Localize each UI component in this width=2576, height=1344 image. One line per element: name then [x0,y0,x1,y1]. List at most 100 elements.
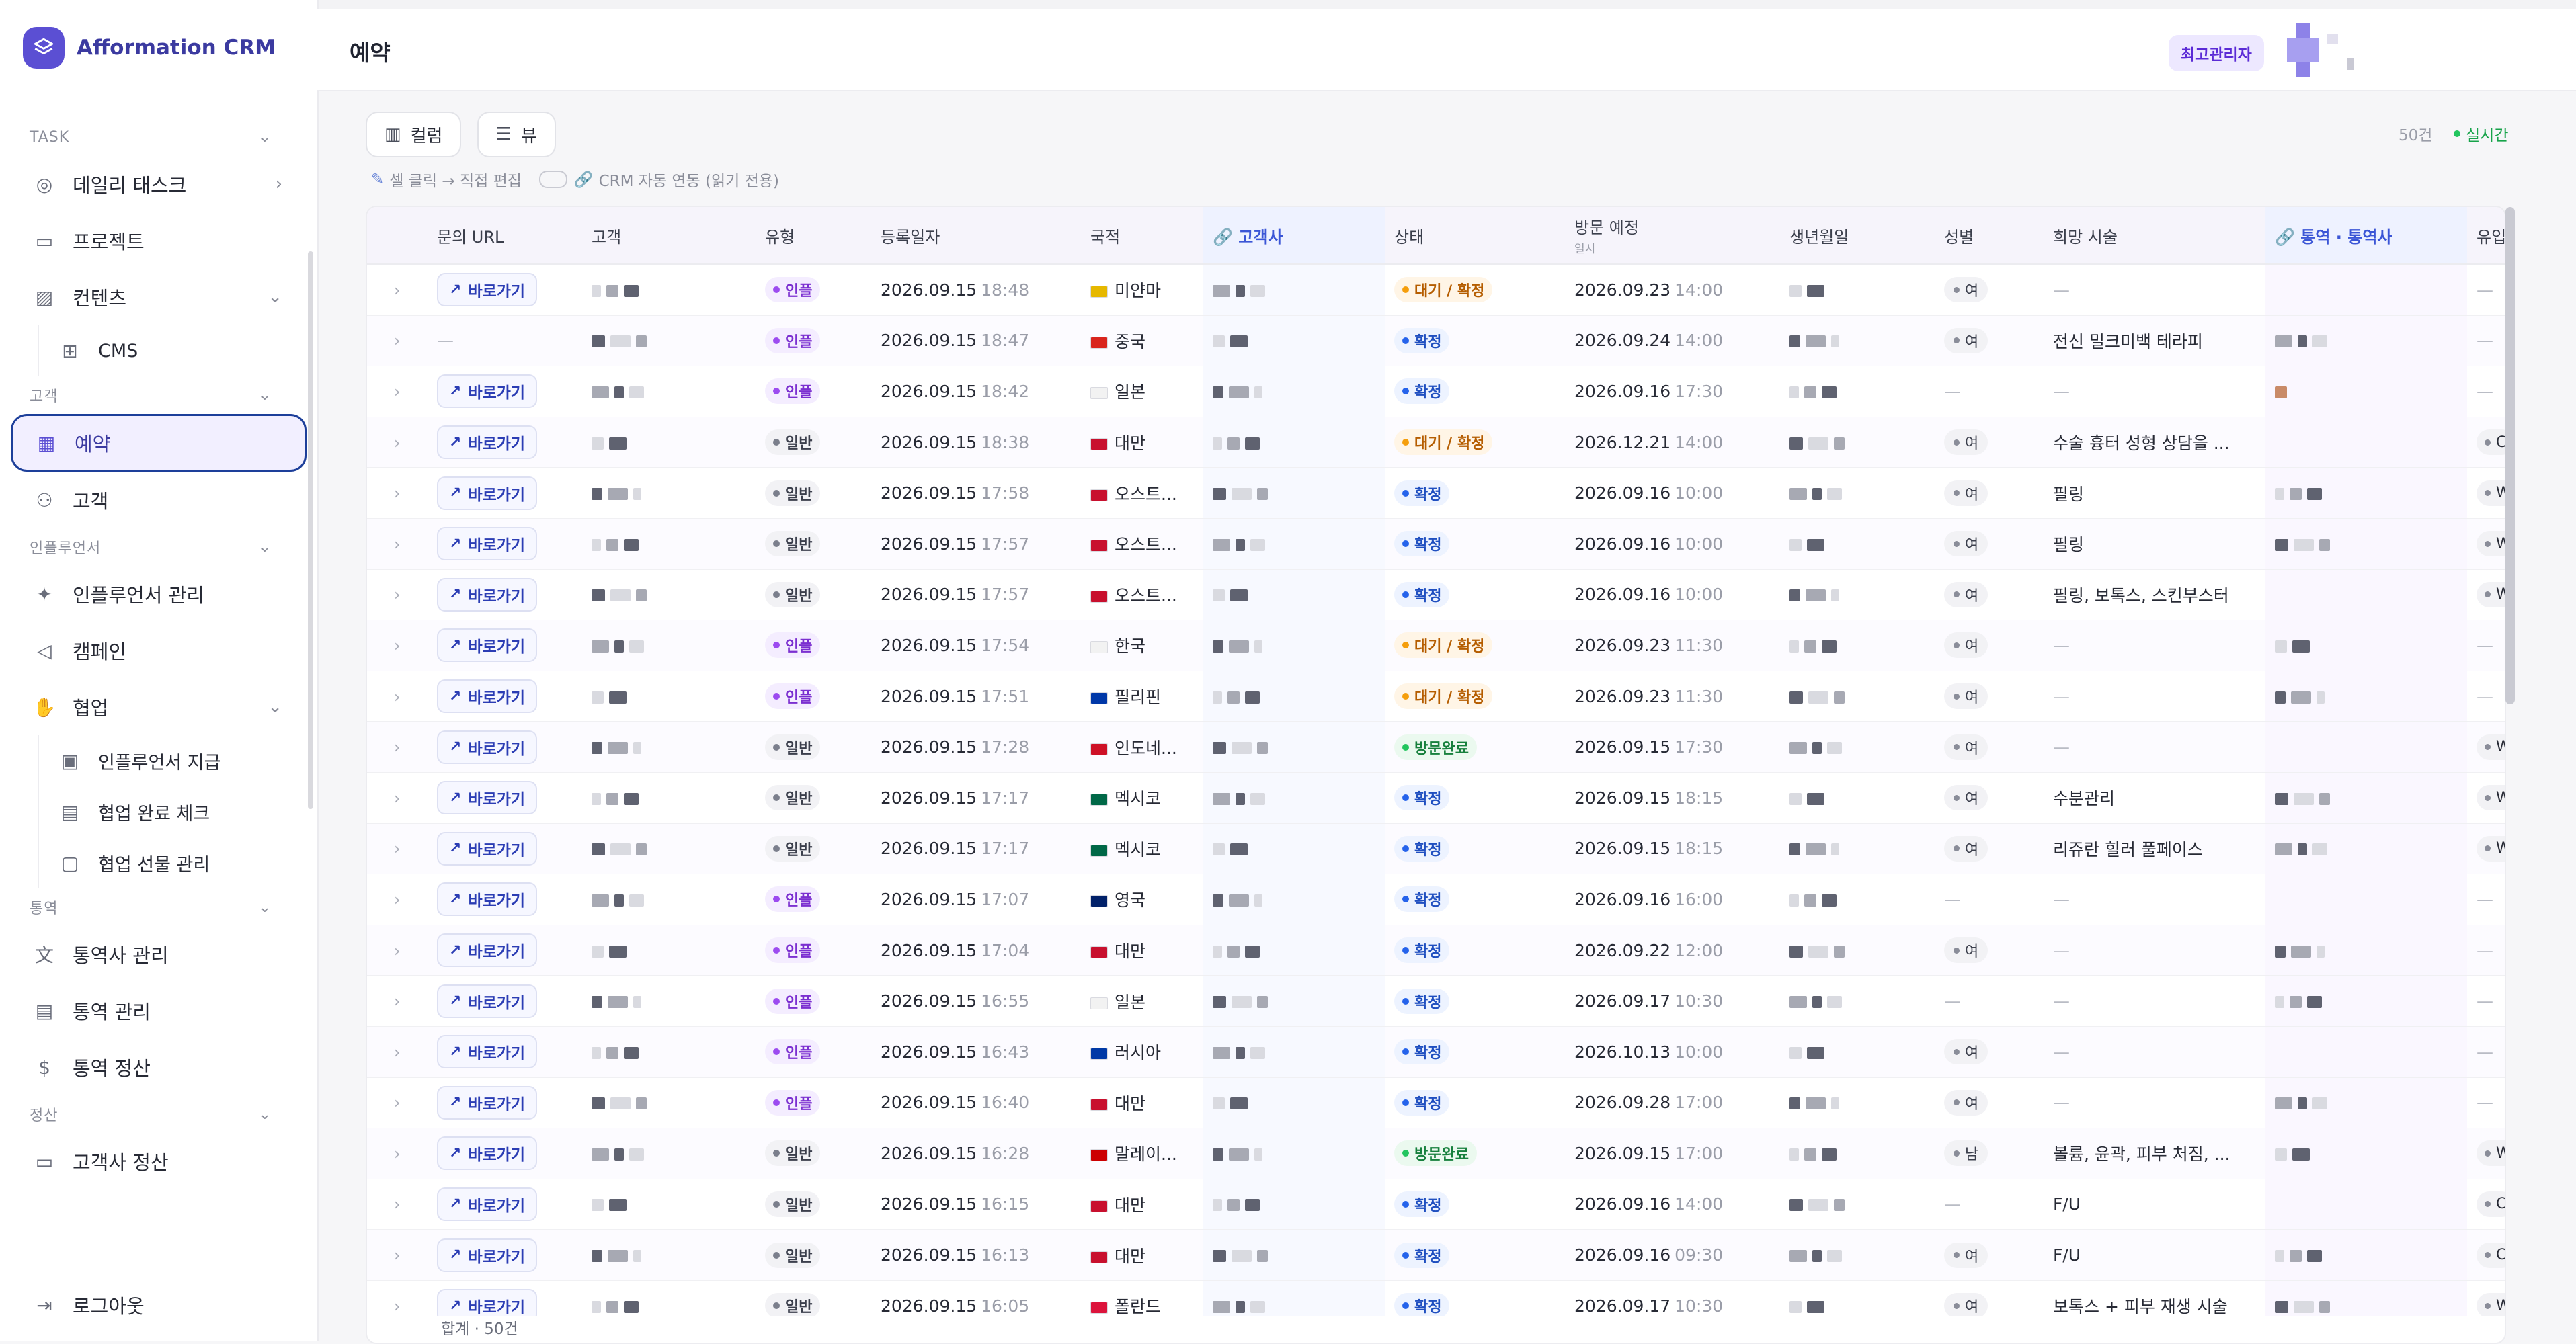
channel-cell[interactable]: W [2467,569,2505,621]
treatment-cell[interactable]: — [2044,620,2265,671]
type-badge[interactable]: 일반 [765,429,821,456]
type-cell[interactable]: 인플 [756,315,871,367]
channel-badge[interactable]: C [2477,1242,2505,1268]
birth-cell[interactable] [1780,1229,1935,1281]
status-badge[interactable]: 확정 [1394,581,1450,607]
chevron-right-icon[interactable]: › [376,1195,401,1214]
birth-cell[interactable] [1780,417,1935,468]
customer-cell[interactable] [582,620,756,671]
type-badge[interactable]: 일반 [765,581,821,607]
treatment-cell[interactable]: 리쥬란 힐러 풀페이스 [2044,823,2265,875]
type-badge[interactable]: 일반 [765,1140,821,1167]
nation-cell[interactable]: 인도네... [1081,721,1203,773]
row-expander-cell[interactable]: › [367,518,428,570]
client-cell[interactable] [1203,518,1385,570]
client-cell[interactable] [1203,671,1385,722]
channel-cell[interactable]: — [2467,1077,2505,1129]
channel-cell[interactable]: — [2467,874,2505,925]
chevron-right-icon[interactable]: › [376,1144,401,1163]
treatment-cell[interactable]: — [2044,264,2265,316]
status-badge[interactable]: 확정 [1394,1242,1450,1268]
open-link-button[interactable]: ↗ 바로가기 [437,882,538,917]
nation-cell[interactable]: 대만 [1081,1179,1203,1230]
customer-cell[interactable] [582,1229,756,1281]
sidebar-item-cms[interactable]: ⊞ CMS [38,325,307,376]
visit-cell[interactable]: 2026.09.16 17:30 [1565,366,1780,417]
channel-badge[interactable]: W [2477,1140,2505,1167]
col-header-type[interactable]: 유형 [756,207,871,265]
client-cell[interactable] [1203,1128,1385,1179]
gender-cell[interactable]: 여 [1935,772,2044,824]
treatment-cell[interactable]: 필링, 보톡스, 스킨부스터 [2044,569,2265,621]
sidebar-item-infl-payment[interactable]: ▣ 인플루언서 지급 [38,735,307,786]
visit-cell[interactable]: 2026.09.23 11:30 [1565,671,1780,722]
gender-badge[interactable]: 여 [1944,683,1988,710]
nation-cell[interactable]: 멕시코 [1081,772,1203,824]
treatment-cell[interactable]: — [2044,671,2265,722]
chevron-right-icon[interactable]: › [376,281,401,300]
birth-cell[interactable] [1780,823,1935,875]
chevron-right-icon[interactable]: › [376,331,401,350]
nation-cell[interactable]: 미얀마 [1081,264,1203,316]
interp-cell[interactable] [2265,1077,2467,1129]
gender-cell[interactable]: 여 [1935,721,2044,773]
url-cell[interactable]: ↗ 바로가기 [428,366,582,417]
gender-badge[interactable]: 여 [1944,531,1988,557]
row-expander-cell[interactable]: › [367,315,428,367]
open-link-button[interactable]: ↗ 바로가기 [437,679,538,714]
col-header-visit[interactable]: 방문 예정 일시 [1565,207,1780,265]
visit-cell[interactable]: 2026.09.15 17:00 [1565,1128,1780,1179]
gender-cell[interactable]: 여 [1935,518,2044,570]
table-row[interactable]: › ↗ 바로가기 일반 2026.09.15 17:57 오스트... 확정 2026.09.1… [367,518,2505,570]
channel-cell[interactable]: W [2467,772,2505,824]
nation-cell[interactable]: 중국 [1081,315,1203,367]
url-cell[interactable]: ↗ 바로가기 [428,721,582,773]
chevron-right-icon[interactable]: › [376,1297,401,1316]
created-cell[interactable]: 2026.09.15 16:40 [871,1077,1081,1129]
gender-badge[interactable]: 여 [1944,632,1988,659]
type-badge[interactable]: 일반 [765,785,821,811]
status-cell[interactable]: 확정 [1385,467,1565,519]
chevron-right-icon[interactable]: › [376,535,401,554]
nation-cell[interactable]: 대만 [1081,925,1203,976]
birth-cell[interactable] [1780,772,1935,824]
sidebar-item-interp-settle[interactable]: $ 통역 정산 [11,1039,307,1095]
status-badge[interactable]: 확정 [1394,1293,1450,1319]
col-header-status[interactable]: 상태 [1385,207,1565,265]
nation-cell[interactable]: 멕시코 [1081,823,1203,875]
treatment-cell[interactable]: — [2044,1077,2265,1129]
interp-cell[interactable] [2265,518,2467,570]
visit-cell[interactable]: 2026.12.21 14:00 [1565,417,1780,468]
nav-group-settlement[interactable]: 정산 ⌄ [0,1095,317,1133]
type-badge[interactable]: 일반 [765,734,821,760]
open-link-button[interactable]: ↗ 바로가기 [437,425,538,460]
customer-cell[interactable] [582,467,756,519]
gender-cell[interactable]: 여 [1935,823,2044,875]
status-cell[interactable]: 확정 [1385,925,1565,976]
table-row[interactable]: › ↗ 바로가기 인플 2026.09.15 16:55 일본 확정 2026.09.17 10:… [367,975,2505,1027]
view-button[interactable]: ☰ 뷰 [477,112,556,157]
chevron-right-icon[interactable]: › [376,585,401,604]
type-cell[interactable]: 인플 [756,1077,871,1129]
open-link-button[interactable]: ↗ 바로가기 [437,730,538,764]
col-header-channel[interactable]: 유입 경로 [2467,207,2505,265]
type-badge[interactable]: 인플 [765,1039,821,1065]
treatment-cell[interactable]: — [2044,366,2265,417]
channel-badge[interactable]: W [2477,480,2505,506]
row-expander-cell[interactable]: › [367,823,428,875]
type-badge[interactable]: 인플 [765,378,821,405]
open-link-button[interactable]: ↗ 바로가기 [437,476,538,510]
created-cell[interactable]: 2026.09.15 17:04 [871,925,1081,976]
created-cell[interactable]: 2026.09.15 17:28 [871,721,1081,773]
row-expander-cell[interactable]: › [367,366,428,417]
client-cell[interactable] [1203,874,1385,925]
customer-cell[interactable] [582,417,756,468]
open-link-button[interactable]: ↗ 바로가기 [437,781,538,815]
status-cell[interactable]: 방문완료 [1385,721,1565,773]
treatment-cell[interactable]: 전신 밀크미백 테라피 [2044,315,2265,367]
sidebar-item-contents[interactable]: ▨ 컨텐츠 ⌄ [11,269,307,325]
status-cell[interactable]: 확정 [1385,1229,1565,1281]
gender-cell[interactable]: 여 [1935,467,2044,519]
crm-sync-toggle[interactable] [538,171,567,188]
channel-cell[interactable]: — [2467,366,2505,417]
